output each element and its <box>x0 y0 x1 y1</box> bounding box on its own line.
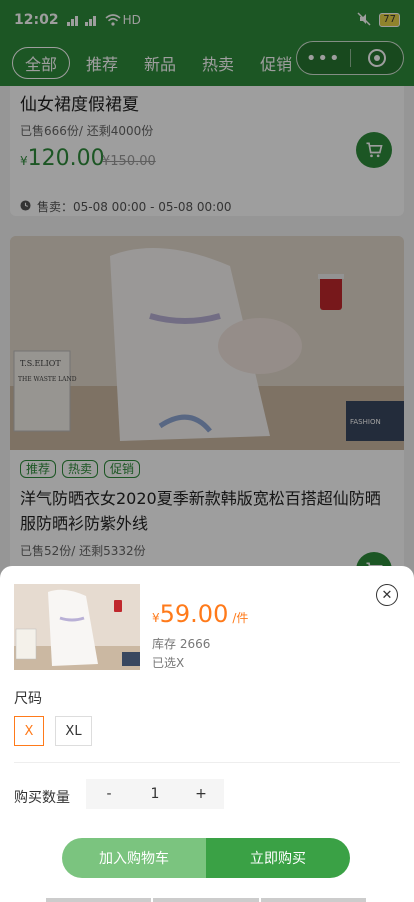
increase-button[interactable]: + <box>178 786 224 802</box>
strip-segment <box>46 898 152 902</box>
currency-symbol: ¥ <box>152 611 160 625</box>
sku-price: ¥59.00/件 <box>152 600 248 628</box>
sku-selector-sheet: ¥59.00/件 库存 2666 已选X ✕ 尺码 X XL 购买数量 - 1 … <box>0 566 414 902</box>
quantity-label: 购买数量 <box>14 790 70 806</box>
size-option-xl[interactable]: XL <box>55 716 92 746</box>
selected-spec: 已选X <box>152 656 185 670</box>
strip-segment <box>260 898 366 902</box>
price-value: 59.00 <box>159 600 229 628</box>
size-label: 尺码 <box>14 691 42 707</box>
sku-thumbnail <box>14 584 140 670</box>
size-option-x[interactable]: X <box>14 716 44 746</box>
close-button[interactable]: ✕ <box>376 584 398 606</box>
divider <box>14 762 400 763</box>
stock-count: 库存 2666 <box>152 637 211 651</box>
price-unit: /件 <box>232 611 249 625</box>
bottom-tab-strip <box>46 898 366 902</box>
quantity-value[interactable]: 1 <box>132 786 178 802</box>
quantity-stepper: - 1 + <box>86 779 224 809</box>
close-icon: ✕ <box>381 587 393 603</box>
decrease-button[interactable]: - <box>86 786 132 802</box>
action-buttons: 加入购物车 立即购买 <box>62 838 350 878</box>
buy-now-button[interactable]: 立即购买 <box>206 838 350 878</box>
add-to-cart-button[interactable]: 加入购物车 <box>62 838 206 878</box>
strip-segment <box>153 898 259 902</box>
